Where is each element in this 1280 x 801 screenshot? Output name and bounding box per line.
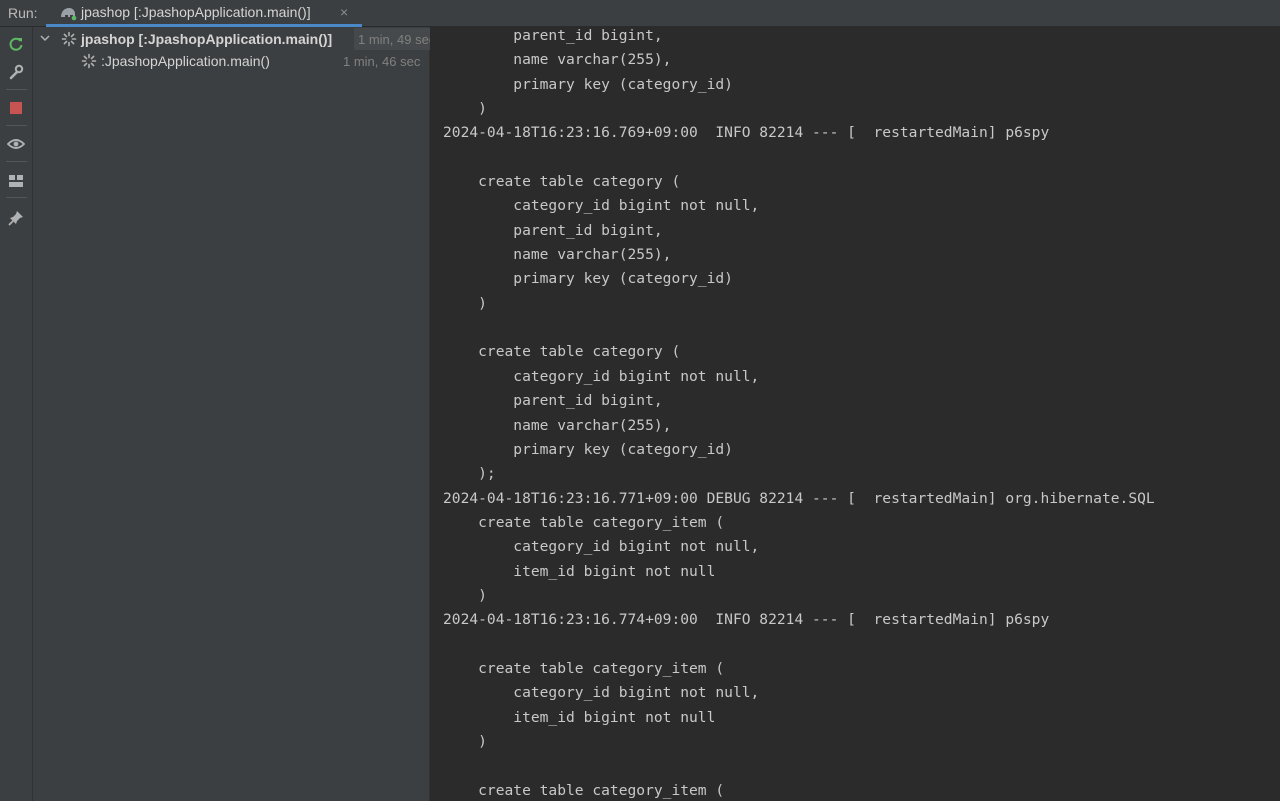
run-toolbar [0,27,33,801]
console-line: create table category_item ( [443,659,725,677]
console-line: item_id bigint not null [443,708,716,726]
stop-icon[interactable] [6,98,26,118]
run-tree-panel: jpashop [:JpashopApplication.main()] 1 m… [33,27,443,801]
spinner-icon [61,31,77,47]
console-line: create table category_item ( [443,513,725,531]
run-tab[interactable]: jpashop [:JpashopApplication.main()] × [46,0,362,27]
console-line: 2024-04-18T16:23:16.774+09:00 INFO 82214… [443,611,1050,629]
console-line: category_id bigint not null, [443,197,760,215]
console-line: primary key (category_id) [443,440,733,458]
toolbar-separator [6,197,27,198]
toolbar-separator [6,89,27,90]
console-line: create table category ( [443,343,681,361]
console-line: name varchar(255), [443,416,672,434]
console-line: create table category ( [443,173,681,191]
gradle-elephant-icon [61,8,77,21]
console-line: ) [443,294,487,312]
console-line: ) [443,100,487,118]
pin-icon[interactable] [6,208,26,228]
console-lines: parent_id bigint, name varchar(255), pri… [443,27,1155,801]
console-line: 2024-04-18T16:23:16.769+09:00 INFO 82214… [443,124,1050,142]
console-line: category_id bigint not null, [443,538,760,556]
wrench-icon[interactable] [6,62,26,82]
console-line: category_id bigint not null, [443,367,760,385]
console-line: parent_id bigint, [443,392,663,410]
tree-node-main[interactable]: :JpashopApplication.main() 1 min, 46 sec [33,50,430,72]
console-line: ) [443,732,487,750]
toolbar-separator [6,125,27,126]
console-line: parent_id bigint, [443,27,663,44]
console-line: name varchar(255), [443,51,672,69]
tree-node-time: 1 min, 49 sec [358,32,436,47]
console-line: ); [443,465,496,483]
eye-icon[interactable] [6,135,26,155]
console-line: category_id bigint not null, [443,684,760,702]
layout-icon[interactable] [6,171,26,191]
rerun-icon[interactable] [6,34,26,54]
console-output[interactable]: parent_id bigint, name varchar(255), pri… [430,27,1280,801]
console-line: 2024-04-18T16:23:16.771+09:00 DEBUG 8221… [443,489,1155,507]
close-icon[interactable]: × [340,4,348,20]
tree-node-run-config[interactable]: jpashop [:JpashopApplication.main()] 1 m… [33,28,443,50]
run-label: Run: [8,5,38,21]
chevron-down-icon[interactable] [39,32,51,44]
console-line: primary key (category_id) [443,270,733,288]
tree-node-time: 1 min, 46 sec [343,54,421,69]
toolbar-separator [6,161,27,162]
spinner-icon [81,53,97,69]
run-tab-title: jpashop [:JpashopApplication.main()] [81,4,311,20]
console-line: name varchar(255), [443,246,672,264]
console-line: primary key (category_id) [443,75,733,93]
console-line: ) [443,586,487,604]
run-tool-window-header: Run: jpashop [:JpashopApplication.main()… [0,0,1280,27]
console-line: item_id bigint not null [443,562,716,580]
tree-node-label: :JpashopApplication.main() [101,53,270,69]
tree-node-label: jpashop [:JpashopApplication.main()] [81,31,333,47]
console-line: create table category_item ( [443,781,725,799]
console-line: parent_id bigint, [443,221,663,239]
